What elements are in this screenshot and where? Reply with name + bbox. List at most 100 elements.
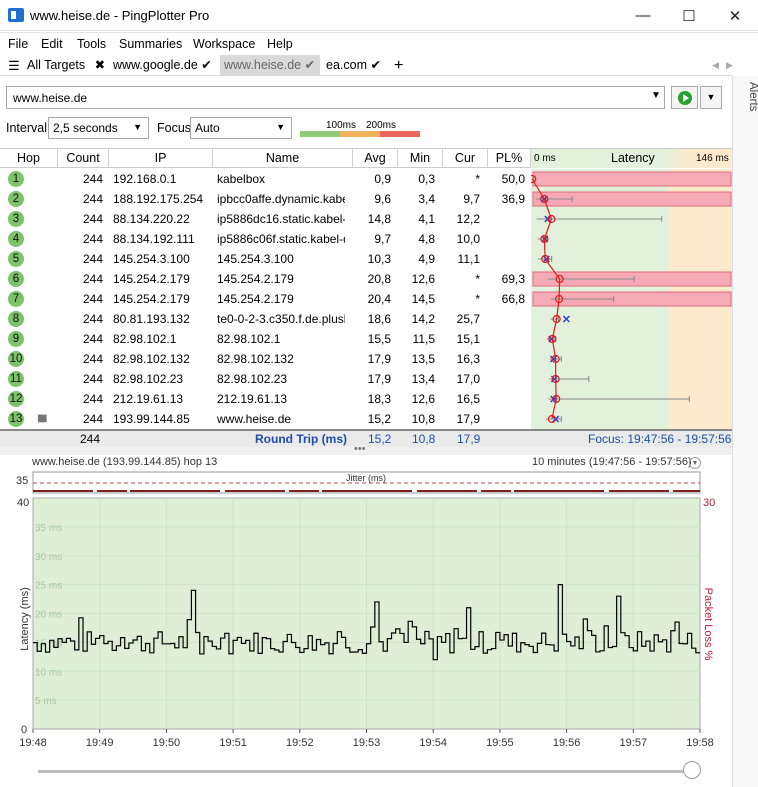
table-row[interactable]: 12 244 212.19.61.13 212.19.61.13 18,3 12,6 16,… bbox=[0, 389, 531, 409]
col-min[interactable]: Min bbox=[398, 149, 443, 168]
cell-count: 244 bbox=[82, 232, 103, 246]
y2-axis-label: Packet Loss % bbox=[702, 588, 714, 661]
table-row[interactable]: 10 244 82.98.102.132 82.98.102.132 17,9 13,5 1… bbox=[0, 349, 531, 369]
cell-avg: 14,8 bbox=[367, 212, 391, 226]
hop-number-badge: 10 bbox=[8, 351, 24, 367]
tab-heise[interactable]: www.heise.de ✔ bbox=[220, 55, 320, 76]
table-row[interactable]: 8 244 80.81.193.132 te0-0-2-3.c350.f.de.plu… bbox=[0, 309, 531, 329]
chevron-down-icon[interactable]: ▼ bbox=[689, 457, 701, 469]
table-row[interactable]: 9 244 82.98.102.1 82.98.102.1 15,5 11,5 15,1 bbox=[0, 329, 531, 349]
col-hop[interactable]: Hop bbox=[0, 149, 58, 168]
tab-ea[interactable]: ea.com ✔ bbox=[326, 55, 381, 76]
cell-pl bbox=[488, 369, 525, 389]
table-row[interactable]: 13 244 193.99.144.85 www.heise.de 15,2 10,8 17… bbox=[0, 409, 531, 429]
cell-ip: 145.254.2.179 bbox=[113, 272, 190, 286]
cell-cur: 10,0 bbox=[456, 232, 480, 246]
target-dropdown-icon[interactable]: ▼ bbox=[651, 90, 661, 101]
summary-cur: 17,9 bbox=[457, 432, 481, 446]
x-tick-label: 19:55 bbox=[486, 737, 514, 749]
cell-avg: 20,4 bbox=[367, 292, 391, 306]
check-icon: ✔ bbox=[370, 58, 381, 72]
cell-min: 12,6 bbox=[411, 272, 435, 286]
add-tab-button[interactable]: + bbox=[394, 55, 403, 76]
alerts-tab[interactable]: Alerts bbox=[733, 82, 758, 111]
cell-name: 82.98.102.1 bbox=[217, 332, 281, 346]
table-row[interactable]: 2 244 188.192.175.254 ipbcc0affe.dynamic.ka… bbox=[0, 189, 531, 209]
latency-min-label: 0 ms bbox=[534, 153, 556, 164]
col-avg[interactable]: Avg bbox=[353, 149, 398, 168]
splitter[interactable]: ••• bbox=[0, 443, 732, 455]
interval-select[interactable]: 2,5 seconds ▼ bbox=[48, 117, 149, 139]
menu-tools[interactable]: Tools bbox=[77, 37, 106, 51]
col-ip[interactable]: IP bbox=[109, 149, 213, 168]
menu-help[interactable]: Help bbox=[267, 37, 293, 51]
maximize-button[interactable]: ☐ bbox=[666, 0, 712, 31]
bar-chart-icon[interactable]: ▮▮▮ bbox=[37, 409, 51, 429]
x-tick-label: 19:49 bbox=[86, 737, 114, 749]
y-tick-label: 10 ms bbox=[35, 667, 62, 678]
cell-name: ipbcc0affe.dynamic.kabel-deutschland.de bbox=[217, 192, 345, 206]
cell-cur: * bbox=[475, 172, 480, 186]
col-name[interactable]: Name bbox=[213, 149, 353, 168]
timeline-slider-track[interactable] bbox=[38, 770, 693, 773]
menu-bar: File Edit Tools Summaries Workspace Help bbox=[0, 32, 758, 54]
minimize-button[interactable]: — bbox=[620, 0, 666, 31]
menu-summaries[interactable]: Summaries bbox=[119, 37, 182, 51]
tab-google[interactable]: www.google.de ✔ bbox=[110, 55, 215, 76]
tab-label: All Targets bbox=[27, 58, 86, 72]
cell-pl: 50,0 bbox=[501, 172, 525, 186]
menu-file[interactable]: File bbox=[8, 37, 28, 51]
start-trace-button[interactable] bbox=[671, 86, 698, 109]
col-pl[interactable]: PL% bbox=[488, 149, 531, 168]
focus-select[interactable]: Auto ▼ bbox=[190, 117, 292, 139]
col-cur[interactable]: Cur bbox=[443, 149, 488, 168]
cell-min: 13,5 bbox=[411, 352, 435, 366]
cell-avg: 15,5 bbox=[367, 332, 391, 346]
menu-workspace[interactable]: Workspace bbox=[193, 37, 255, 51]
cell-name: 145.254.2.179 bbox=[217, 292, 294, 306]
cell-min: 14,5 bbox=[411, 292, 435, 306]
cell-min: 14,2 bbox=[411, 312, 435, 326]
table-row[interactable]: 11 244 82.98.102.23 82.98.102.23 17,9 13,4 17,… bbox=[0, 369, 531, 389]
table-row[interactable]: 5 244 145.254.3.100 145.254.3.100 10,3 4,9 11,… bbox=[0, 249, 531, 269]
cell-ip: 82.98.102.1 bbox=[113, 332, 177, 346]
cell-count: 244 bbox=[82, 352, 103, 366]
table-row[interactable]: 6 244 145.254.2.179 145.254.2.179 20,8 12,6 * 6… bbox=[0, 269, 531, 289]
summary-min: 10,8 bbox=[412, 432, 436, 446]
cell-name: 212.19.61.13 bbox=[217, 392, 288, 406]
cell-avg: 18,6 bbox=[367, 312, 391, 326]
hop-number-badge: 7 bbox=[8, 291, 24, 307]
cell-ip: 193.99.144.85 bbox=[113, 412, 190, 426]
focus-value: Auto bbox=[195, 121, 220, 135]
cell-avg: 10,3 bbox=[367, 252, 391, 266]
y-tick-label: 35 ms bbox=[35, 523, 62, 534]
cell-min: 4,1 bbox=[418, 212, 435, 226]
table-row[interactable]: 3 244 88.134.220.22 ip5886dc16.static.kabel… bbox=[0, 209, 531, 229]
close-button[interactable]: ✕ bbox=[712, 0, 758, 31]
cell-min: 0,3 bbox=[418, 172, 435, 186]
x-icon[interactable]: ✖ bbox=[95, 58, 105, 72]
timeline-slider-thumb[interactable] bbox=[683, 761, 701, 779]
table-row[interactable]: 7 244 145.254.2.179 145.254.2.179 20,4 14,5 * 6… bbox=[0, 289, 531, 309]
tab-label: ea.com bbox=[326, 58, 367, 72]
start-options-dropdown[interactable]: ▼ bbox=[700, 86, 722, 109]
cell-avg: 17,9 bbox=[367, 352, 391, 366]
jitter-max-label: 35 bbox=[16, 475, 28, 487]
y-tick-label: 5 ms bbox=[35, 696, 57, 707]
cell-cur: * bbox=[475, 292, 480, 306]
tab-scroll-right-icon[interactable]: ▶ bbox=[726, 55, 733, 76]
tab-scroll-left-icon[interactable]: ◀ bbox=[712, 55, 719, 76]
table-row[interactable]: 1 244 192.168.0.1 kabelbox 0,9 0,3 * 50,0 bbox=[0, 169, 531, 189]
summary-focus: Focus: 19:47:56 - 19:57:56 bbox=[588, 432, 732, 446]
menu-edit[interactable]: Edit bbox=[41, 37, 63, 51]
tab-all-targets[interactable]: All Targets ✖ bbox=[27, 55, 105, 76]
cell-min: 4,9 bbox=[418, 252, 435, 266]
hop-number-badge: 12 bbox=[8, 391, 24, 407]
table-row[interactable]: 4 244 88.134.192.111 ip5886c06f.static.kabe… bbox=[0, 229, 531, 249]
cell-ip: 82.98.102.23 bbox=[113, 372, 184, 386]
legend-100ms: 100ms bbox=[326, 120, 357, 131]
col-count[interactable]: Count bbox=[58, 149, 109, 168]
cell-min: 10,8 bbox=[411, 412, 435, 426]
target-input[interactable] bbox=[6, 86, 665, 109]
cell-ip: 145.254.2.179 bbox=[113, 292, 190, 306]
